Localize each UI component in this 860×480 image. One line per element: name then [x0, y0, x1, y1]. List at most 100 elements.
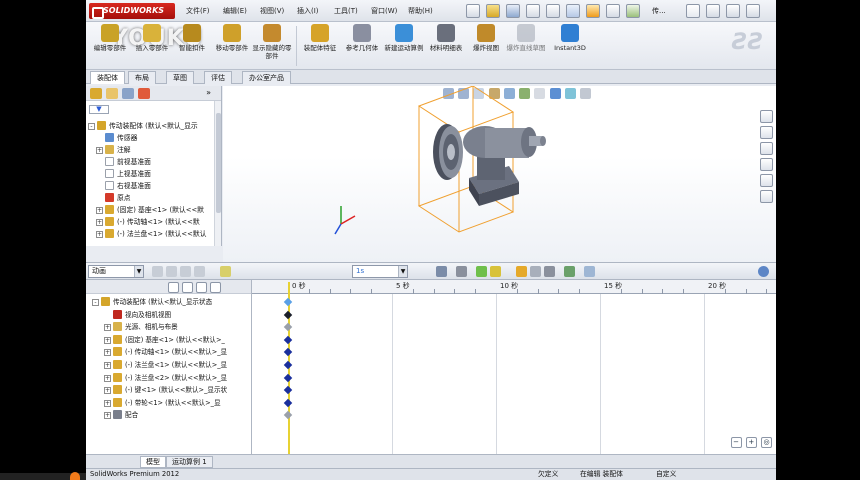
- menu-window[interactable]: 窗口(W): [371, 6, 397, 16]
- view-palette-icon[interactable]: [760, 158, 773, 171]
- expand-icon[interactable]: +: [96, 147, 103, 154]
- filter-selected-icon[interactable]: [196, 282, 207, 293]
- spring-icon[interactable]: [530, 266, 541, 277]
- motion-tree-item[interactable]: + (-) 法兰盘<1> (默认<<默认>_显: [104, 359, 227, 371]
- feature-tree-item[interactable]: 右视基准面: [96, 180, 151, 192]
- play-icon[interactable]: [180, 266, 191, 277]
- assembly-feature-button[interactable]: 装配体特征: [300, 24, 340, 68]
- keyframe-marker[interactable]: [283, 411, 293, 420]
- autokey-icon[interactable]: [476, 266, 487, 277]
- show-hidden-button[interactable]: 显示隐藏的零部件: [252, 24, 292, 68]
- zoom-in-icon[interactable]: +: [745, 437, 757, 448]
- expand-icon[interactable]: +: [104, 336, 111, 344]
- keyframe-marker[interactable]: [283, 348, 293, 357]
- filter-icon[interactable]: ▼: [89, 105, 109, 114]
- play-from-start-icon[interactable]: [166, 266, 177, 277]
- motion-tree-item[interactable]: + (固定) 基座<1> (默认<<默认>_: [104, 334, 225, 346]
- tab-model[interactable]: 模型: [140, 456, 166, 468]
- undo-icon[interactable]: [546, 4, 560, 18]
- minimize-icon[interactable]: [726, 4, 740, 18]
- tab-office-products[interactable]: 办公室产品: [242, 71, 291, 84]
- feature-tree-item[interactable]: 传感器: [96, 132, 137, 144]
- bom-button[interactable]: 材料明细表: [426, 24, 466, 68]
- zoom-fit-icon[interactable]: ◎: [761, 437, 772, 448]
- keyframe-marker[interactable]: [283, 322, 293, 332]
- motion-tree-item[interactable]: + 配合: [104, 409, 138, 421]
- property-manager-tab-icon[interactable]: [106, 88, 118, 99]
- keyframe-marker[interactable]: [283, 360, 293, 370]
- edit-component-button[interactable]: 编辑零部件: [90, 24, 130, 68]
- expand-icon[interactable]: +: [104, 324, 111, 332]
- appearances-icon[interactable]: [760, 174, 773, 187]
- help-icon[interactable]: [706, 4, 720, 18]
- menu-tools[interactable]: 工具(T): [334, 6, 358, 16]
- feature-tree-item[interactable]: + (固定) 基座<1> (默认<<默: [96, 204, 204, 216]
- filter-animated-icon[interactable]: [168, 282, 179, 293]
- design-library-icon[interactable]: [760, 126, 773, 139]
- expand-icon[interactable]: +: [104, 374, 111, 382]
- display-manager-tab-icon[interactable]: [138, 88, 150, 99]
- keyframe-marker[interactable]: [283, 297, 293, 307]
- gravity-icon[interactable]: [564, 266, 575, 277]
- keyframe-marker[interactable]: [283, 398, 293, 408]
- resources-icon[interactable]: [760, 110, 773, 123]
- collapse-motion-manager-icon[interactable]: [758, 266, 769, 277]
- expand-icon[interactable]: +: [96, 231, 103, 238]
- file-properties-icon[interactable]: [606, 4, 620, 18]
- custom-properties-icon[interactable]: [760, 190, 773, 203]
- motion-timeline[interactable]: 0 秒 5 秒 10 秒 15 秒 20 秒 − + ◎: [252, 280, 776, 454]
- menu-help[interactable]: 帮助(H): [408, 6, 433, 16]
- motor-icon[interactable]: [516, 266, 527, 277]
- feature-tree-item[interactable]: - 传动装配体 (默认<默认_显示: [88, 120, 198, 132]
- collapse-icon[interactable]: -: [88, 123, 95, 130]
- print-icon[interactable]: [526, 4, 540, 18]
- motion-tree-item[interactable]: + (-) 传动轴<1> (默认<<默认>_显: [104, 346, 227, 358]
- tab-assembly[interactable]: 装配体: [90, 71, 125, 84]
- tab-layout[interactable]: 布局: [128, 71, 156, 84]
- calculate-icon[interactable]: [152, 266, 163, 277]
- tab-sketch[interactable]: 草图: [166, 71, 194, 84]
- time-ruler[interactable]: 0 秒 5 秒 10 秒 15 秒 20 秒: [252, 280, 776, 294]
- feature-tree-scrollbar[interactable]: [214, 101, 221, 246]
- keyframe-marker[interactable]: [283, 385, 293, 395]
- motion-tree-item[interactable]: + (-) 带轮<1> (默认<<默认>_显: [104, 397, 221, 409]
- units-status[interactable]: 自定义: [656, 469, 676, 480]
- move-component-button[interactable]: 移动零部件: [212, 24, 252, 68]
- feature-tree-item[interactable]: + (-) 传动轴<1> (默认<<默: [96, 216, 200, 228]
- search-icon[interactable]: [686, 4, 700, 18]
- menu-file[interactable]: 文件(F): [186, 6, 210, 16]
- file-explorer-icon[interactable]: [760, 142, 773, 155]
- expand-icon[interactable]: +: [104, 349, 111, 357]
- new-motion-study-button[interactable]: 新建运动算例: [384, 24, 424, 68]
- expand-icon[interactable]: +: [96, 219, 103, 226]
- playback-speed-icon[interactable]: [220, 266, 231, 277]
- menu-insert[interactable]: 插入(I): [297, 6, 319, 16]
- expand-icon[interactable]: +: [96, 207, 103, 214]
- open-icon[interactable]: [486, 4, 500, 18]
- stop-icon[interactable]: [194, 266, 205, 277]
- feature-tree-tab-icon[interactable]: [90, 88, 102, 99]
- save-icon[interactable]: [506, 4, 520, 18]
- reference-geometry-button[interactable]: 参考几何体: [342, 24, 382, 68]
- expand-icon[interactable]: +: [104, 387, 111, 395]
- motion-tree-item[interactable]: 视向及相机视图: [104, 309, 171, 321]
- options-icon[interactable]: [626, 4, 640, 18]
- select-icon[interactable]: [566, 4, 580, 18]
- add-key-icon[interactable]: [490, 266, 501, 277]
- menu-view[interactable]: 视图(V): [260, 6, 284, 16]
- motion-tree-item[interactable]: - 传动装配体 (默认<默认_显示状态: [92, 296, 212, 308]
- filter-results-icon[interactable]: [210, 282, 221, 293]
- close-icon[interactable]: [746, 4, 760, 18]
- keyframe-marker[interactable]: [283, 373, 293, 382]
- new-document-icon[interactable]: [466, 4, 480, 18]
- expand-icon[interactable]: +: [104, 412, 111, 420]
- study-type-select[interactable]: 动画 ▼: [88, 265, 144, 278]
- results-plots-icon[interactable]: [584, 266, 595, 277]
- filter-driving-icon[interactable]: [182, 282, 193, 293]
- expand-icon[interactable]: +: [104, 362, 111, 369]
- keyframe-marker[interactable]: [283, 335, 293, 345]
- configuration-tab-icon[interactable]: [122, 88, 134, 99]
- playback-mode-select[interactable]: 1s ▼: [352, 265, 408, 278]
- tab-motion-study-1[interactable]: 运动算例 1: [166, 456, 213, 468]
- motion-tree-item[interactable]: + 光源、相机与布景: [104, 321, 178, 333]
